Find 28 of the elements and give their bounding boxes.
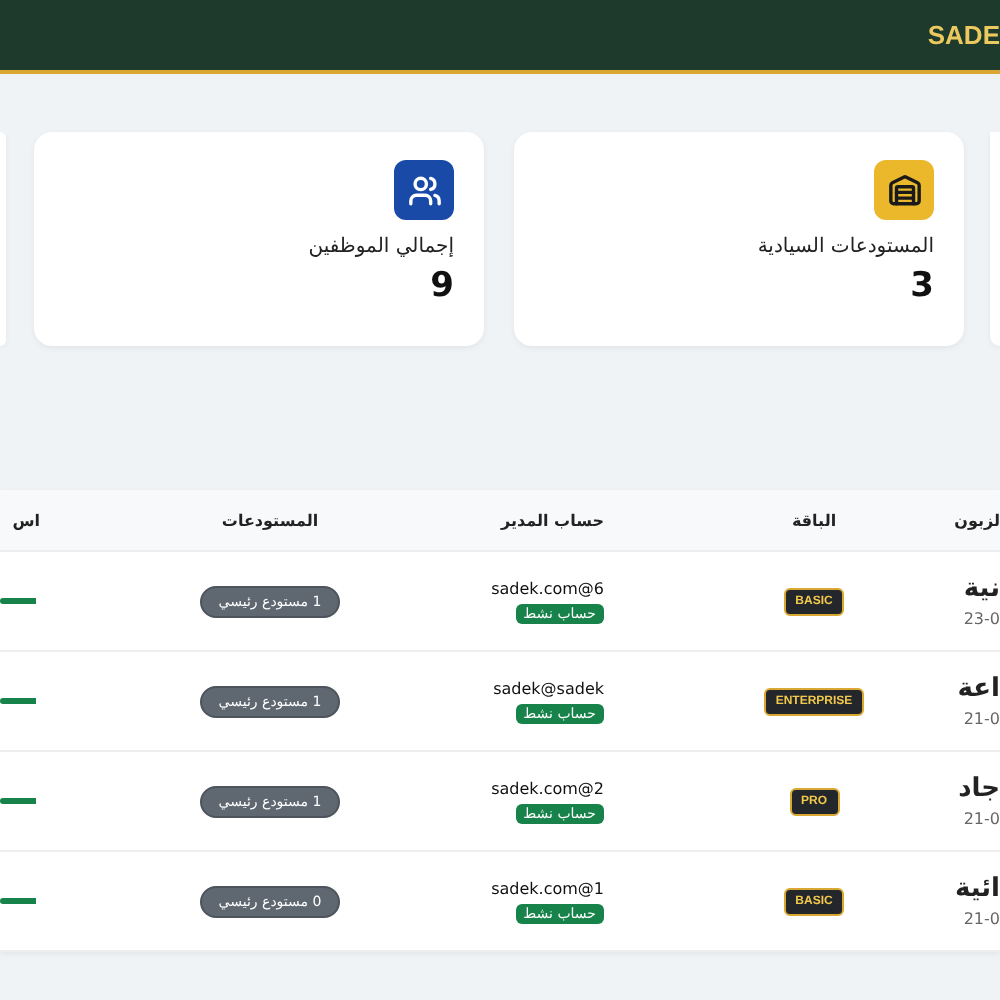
stat-label: المستودعات السيادية	[757, 236, 934, 258]
stat-value: 9	[430, 266, 454, 306]
usage-bar	[0, 798, 36, 804]
stat-label: إجمالي الموظفين	[308, 236, 454, 258]
column-header: اس	[12, 511, 42, 529]
usage-bar	[0, 898, 36, 904]
usage-bar	[0, 598, 36, 604]
customer-date: 21-0	[963, 810, 1000, 828]
manager-email: sadek@sadek	[493, 679, 604, 697]
customer-date: 23-0	[963, 610, 1000, 628]
customer-name: اعة	[957, 674, 1000, 704]
manager-email: sadek.com@2	[491, 779, 604, 797]
column-header: حساب المدير	[501, 511, 606, 529]
column-header: المستودعات	[221, 511, 319, 529]
customer-name: جاد	[958, 774, 1000, 804]
customer-name: نية	[963, 574, 1000, 604]
manager-email: sadek.com@6	[491, 579, 604, 597]
customer-date: 21-0	[963, 710, 1000, 728]
column-header: الباقة	[791, 511, 837, 529]
manager-email: sadek.com@1	[491, 879, 604, 897]
warehouse-icon	[874, 160, 934, 220]
stat-value: 3	[910, 266, 934, 306]
customer-date: 21-0	[963, 910, 1000, 928]
customer-name: ائية	[954, 874, 1000, 904]
brand-name: SADE	[927, 20, 1000, 50]
column-header: لزبون	[954, 511, 1000, 529]
usage-bar	[0, 698, 36, 704]
people-icon	[394, 160, 454, 220]
